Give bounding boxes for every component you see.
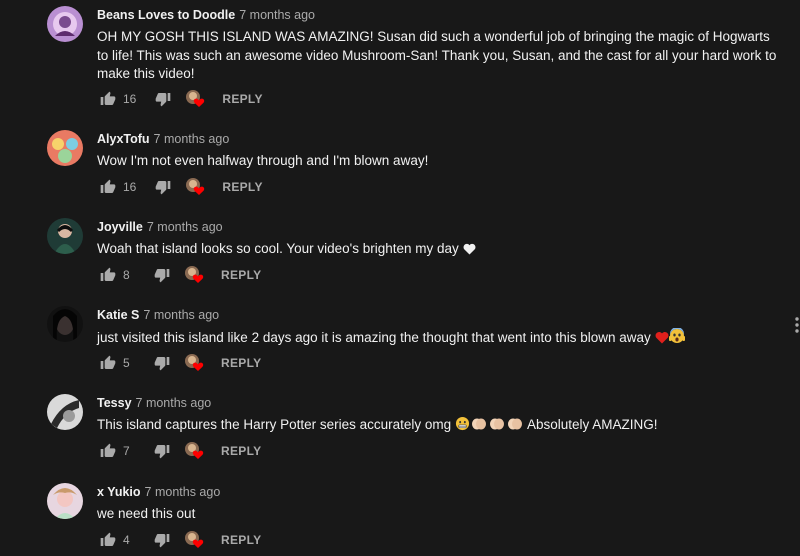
reply-button[interactable]: REPLY [222, 180, 262, 194]
thumbs-up-icon[interactable] [97, 88, 119, 110]
like-count: 7 [123, 444, 130, 458]
thumbs-down-icon[interactable] [151, 529, 173, 551]
comment-text: we need this out [97, 506, 196, 521]
comment-actions: 4 REPLY [97, 529, 261, 551]
comment-author[interactable]: x Yukio [97, 485, 141, 499]
comment-actions: 16 REPLY [97, 88, 263, 110]
comment-author[interactable]: Beans Loves to Doodle [97, 8, 235, 22]
comment-timestamp[interactable]: 7 months ago [154, 132, 230, 146]
avatar[interactable] [47, 394, 83, 430]
avatar[interactable] [47, 130, 83, 166]
creator-heart-icon[interactable] [183, 352, 205, 374]
comment-actions: 16 REPLY [97, 176, 263, 198]
screaming-face-icon [668, 327, 685, 350]
like-count: 8 [123, 268, 130, 282]
grimacing-face-icon [455, 416, 470, 437]
comment-author[interactable]: Katie S [97, 308, 139, 322]
creator-heart-icon[interactable] [184, 176, 206, 198]
comment-author[interactable]: AlyxTofu [97, 132, 150, 146]
like-count: 5 [123, 356, 130, 370]
like-count: 16 [123, 180, 137, 194]
comment-actions: 7 REPLY [97, 440, 261, 462]
thumbs-up-icon[interactable] [97, 529, 119, 551]
comment-timestamp[interactable]: 7 months ago [147, 220, 223, 234]
thumbs-down-icon[interactable] [151, 352, 173, 374]
creator-heart-icon[interactable] [183, 264, 205, 286]
creator-heart-icon[interactable] [184, 88, 206, 110]
comment-text: Wow I'm not even halfway through and I'm… [97, 153, 429, 168]
thumbs-up-icon[interactable] [97, 352, 119, 374]
avatar[interactable] [47, 6, 83, 42]
comment-timestamp[interactable]: 7 months ago [143, 308, 219, 322]
avatar[interactable] [47, 306, 83, 342]
reply-button[interactable]: REPLY [221, 268, 261, 282]
creator-heart-icon[interactable] [183, 529, 205, 551]
comment-timestamp[interactable]: 7 months ago [136, 396, 212, 410]
thumbs-down-icon[interactable] [151, 440, 173, 462]
comment-text: just visited this island like 2 days ago… [97, 327, 777, 350]
comment-timestamp[interactable]: 7 months ago [145, 485, 221, 499]
thumbs-down-icon[interactable] [152, 176, 174, 198]
more-vertical-icon[interactable] [793, 316, 800, 334]
clapping-hands-icon [470, 416, 488, 437]
comment-actions: 8 REPLY [97, 264, 261, 286]
comment-timestamp[interactable]: 7 months ago [239, 8, 315, 22]
clapping-hands-icon [506, 416, 524, 437]
clapping-hands-icon [488, 416, 506, 437]
reply-button[interactable]: REPLY [222, 92, 262, 106]
thumbs-down-icon[interactable] [152, 88, 174, 110]
comment-text: OH MY GOSH THIS ISLAND WAS AMAZING! Susa… [97, 29, 777, 81]
like-count: 16 [123, 92, 137, 106]
comment-text: Woah that island looks so cool. Your vid… [97, 240, 777, 261]
thumbs-up-icon[interactable] [97, 440, 119, 462]
reply-button[interactable]: REPLY [221, 444, 261, 458]
reply-button[interactable]: REPLY [221, 533, 261, 547]
reply-button[interactable]: REPLY [221, 356, 261, 370]
comment-actions: 5 REPLY [97, 352, 261, 374]
avatar[interactable] [47, 483, 83, 519]
red-heart-icon [655, 331, 669, 350]
comment-text: This island captures the Harry Potter se… [97, 416, 777, 437]
comment-author[interactable]: Joyville [97, 220, 143, 234]
thumbs-up-icon[interactable] [97, 176, 119, 198]
creator-heart-icon[interactable] [183, 440, 205, 462]
thumbs-up-icon[interactable] [97, 264, 119, 286]
thumbs-down-icon[interactable] [151, 264, 173, 286]
avatar[interactable] [47, 218, 83, 254]
white-heart-icon [463, 242, 476, 261]
like-count: 4 [123, 533, 130, 547]
comment-author[interactable]: Tessy [97, 396, 132, 410]
